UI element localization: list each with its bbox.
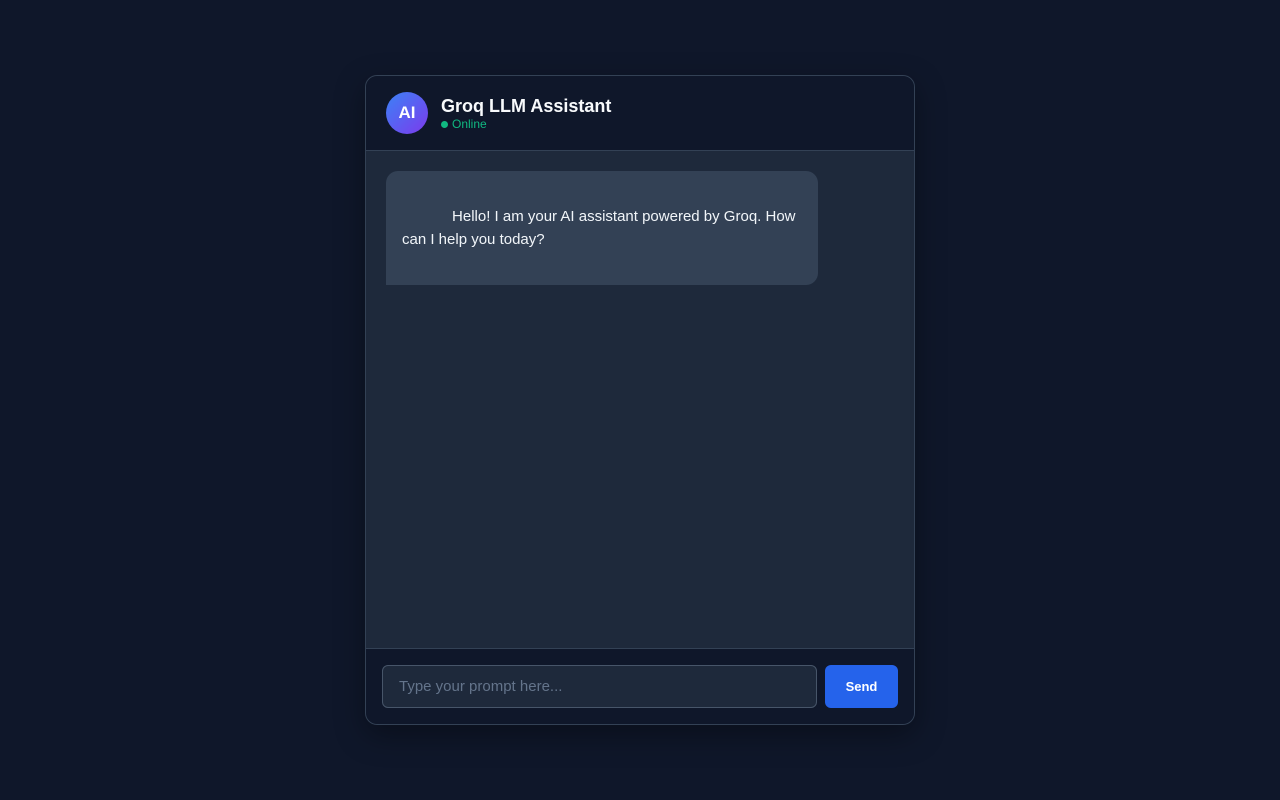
online-dot-icon [441,120,448,128]
chat-window: AI Groq LLM Assistant Online Hello! I am… [365,75,915,725]
prompt-input[interactable] [382,665,817,708]
message-list[interactable]: Hello! I am your AI assistant powered by… [366,151,914,648]
avatar: AI [386,92,428,134]
chat-header: AI Groq LLM Assistant Online [366,76,914,151]
send-button[interactable]: Send [825,665,898,708]
status-label: Online [452,117,487,131]
chat-title: Groq LLM Assistant [441,96,612,116]
assistant-message: Hello! I am your AI assistant powered by… [386,171,818,285]
status-indicator: Online [441,117,487,131]
composer: Send [366,648,914,724]
